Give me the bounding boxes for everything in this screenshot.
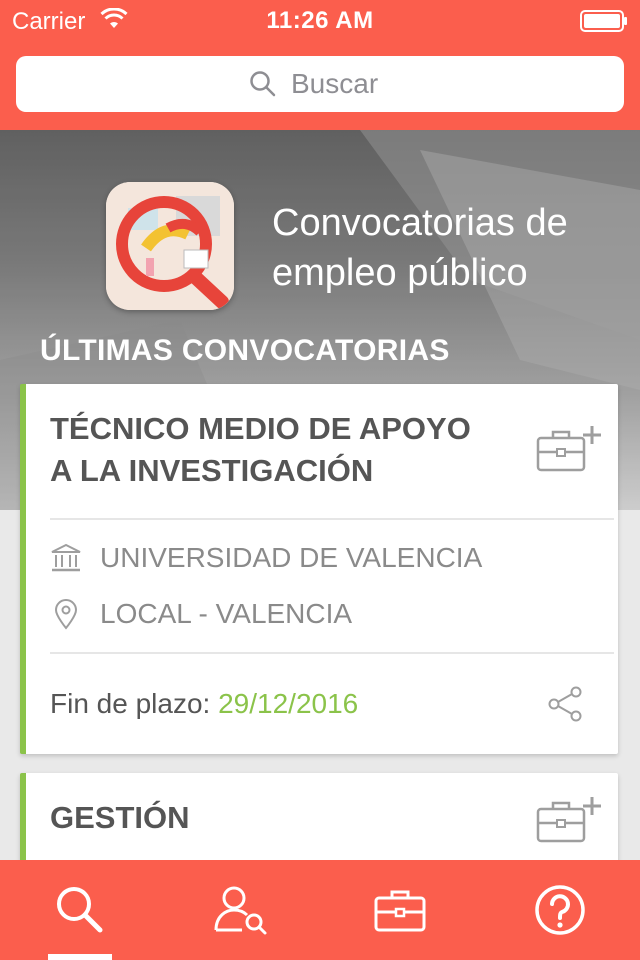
tab-help[interactable] [480, 860, 640, 960]
organization-label: UNIVERSIDAD DE VALENCIA [100, 542, 483, 573]
section-title: ÚLTIMAS CONVOCATORIAS [40, 334, 450, 367]
location-row: LOCAL - VALENCIA [50, 598, 352, 630]
tab-bar [0, 860, 640, 960]
active-tab-indicator [48, 954, 112, 960]
location-pin-icon [54, 599, 78, 630]
tab-search[interactable] [0, 860, 160, 960]
job-card[interactable]: TÉCNICO MEDIO DE APOYO A LA INVESTIGACIÓ… [20, 384, 618, 754]
deadline-date: 29/12/2016 [218, 688, 359, 719]
status-bar: Carrier 11:26 AM [0, 0, 640, 42]
search-icon [57, 887, 103, 933]
header: Carrier 11:26 AM [0, 0, 640, 130]
briefcase-icon [374, 890, 426, 932]
search-input[interactable] [291, 68, 391, 100]
tab-briefcase[interactable] [320, 860, 480, 960]
card-divider [50, 652, 614, 654]
user-search-icon [214, 886, 267, 935]
help-icon [535, 885, 585, 935]
search-bar[interactable] [16, 56, 624, 112]
tab-user-search[interactable] [160, 860, 320, 960]
briefcase-add-icon[interactable] [536, 424, 602, 474]
status-time: 11:26 AM [266, 7, 374, 34]
job-title: GESTIÓN [50, 800, 190, 835]
app-title: Convocatorias de empleo público [272, 202, 568, 294]
battery-icon [580, 10, 627, 32]
search-icon [250, 71, 276, 97]
job-title: TÉCNICO MEDIO DE APOYO A LA INVESTIGACIÓ… [50, 411, 471, 488]
share-icon[interactable] [546, 684, 586, 724]
organization-row: UNIVERSIDAD DE VALENCIA [50, 542, 482, 574]
magnifier-logo-icon [106, 182, 234, 310]
deadline-label: Fin de plazo: [50, 688, 211, 719]
card-divider [50, 518, 614, 520]
location-label: LOCAL - VALENCIA [100, 598, 353, 629]
briefcase-add-icon[interactable] [536, 795, 602, 845]
deadline: Fin de plazo: 29/12/2016 [50, 688, 358, 720]
institution-icon [51, 543, 81, 572]
app-logo [106, 182, 234, 310]
